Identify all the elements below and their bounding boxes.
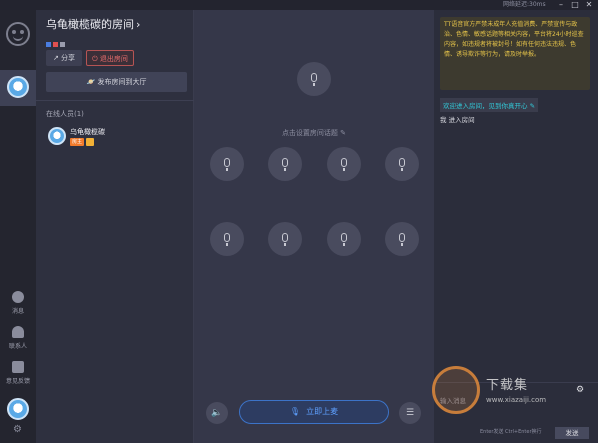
level-badge <box>86 138 94 146</box>
watermark-logo-icon <box>432 366 480 414</box>
mic-icon <box>399 233 405 246</box>
send-hint: Enter发送 Ctrl+Enter换行 <box>480 429 542 435</box>
message-icon <box>12 291 24 303</box>
my-avatar[interactable] <box>7 398 29 420</box>
menu-icon[interactable]: ☰ <box>399 402 421 424</box>
rail-label-feedback: 意见反馈 <box>5 378 30 385</box>
exit-room-button[interactable]: ⏻ 退出房间 <box>86 50 134 66</box>
app-window: 网络延迟:30ms – □ ✕ 消息 联系人 意见反馈 ⚙ 乌龟橄榄碳的房间 › … <box>0 0 598 443</box>
mic-icon <box>224 158 230 171</box>
room-id-badges <box>46 32 86 47</box>
mic-seat-6[interactable] <box>268 222 302 256</box>
mic-icon <box>311 73 317 86</box>
watermark-text: 下载集 <box>486 378 529 393</box>
owner-badge: 房主 <box>70 138 84 146</box>
mic-icon <box>341 158 347 171</box>
rail-item-feedback[interactable]: 意见反馈 <box>0 361 36 385</box>
send-button[interactable]: 发送 <box>555 427 589 439</box>
left-rail: 消息 联系人 意见反馈 ⚙ <box>0 10 36 443</box>
divider <box>36 100 194 101</box>
welcome-text: 欢迎进入房间，见到你真开心 <box>443 102 528 110</box>
official-notice: TT语音官方严禁未成年人充值消费、严禁宣传与政治、色情、敏感话题等相关内容，平台… <box>440 17 590 90</box>
speaker-icon[interactable]: 🔈 <box>206 402 228 424</box>
member-avatar <box>48 127 66 145</box>
room-title[interactable]: 乌龟橄榄碳的房间 › <box>46 16 140 32</box>
mic-icon <box>224 233 230 246</box>
room-avatar <box>7 76 29 98</box>
minimize-button[interactable]: – <box>555 0 567 10</box>
bottom-bar: 🔈 🎙 立即上麦 ☰ <box>194 398 434 428</box>
mic-icon <box>282 158 288 171</box>
mic-seat-3[interactable] <box>327 147 361 181</box>
mic-icon <box>399 158 405 171</box>
mic-icon <box>341 233 347 246</box>
go-mic-label: 立即上麦 <box>306 407 339 416</box>
online-members-label: 在线人员(1) <box>46 110 84 118</box>
edit-icon: ✎ <box>340 129 347 137</box>
chevron-right-icon: › <box>136 18 141 31</box>
rail-label-contacts: 联系人 <box>8 343 27 350</box>
mic-seat-7[interactable] <box>327 222 361 256</box>
mic-seat-5[interactable] <box>210 222 244 256</box>
mic-icon <box>282 233 288 246</box>
member-item[interactable]: 乌龟橄榄碳 房主 <box>46 125 186 153</box>
member-name: 乌龟橄榄碳 <box>70 128 105 136</box>
mic-seat-8[interactable] <box>385 222 419 256</box>
watermark-url: www.xiazaiji.com <box>486 396 547 404</box>
title-bar: 网络延迟:30ms – □ ✕ <box>0 0 598 10</box>
edit-icon[interactable]: ✎ <box>530 102 535 110</box>
stage-area: 点击设置房间话题 ✎ 🔈 🎙 立即上麦 ☰ <box>194 10 434 443</box>
rail-item-contacts[interactable]: 联系人 <box>0 326 36 350</box>
host-seat[interactable] <box>297 62 331 96</box>
rail-label-messages: 消息 <box>11 308 24 315</box>
mic-icon: 🎙 <box>289 407 301 416</box>
settings-gear-icon[interactable]: ⚙ <box>13 424 22 435</box>
mic-seat-1[interactable] <box>210 147 244 181</box>
publish-room-button[interactable]: 🪐 发布房间到大厅 <box>46 72 187 92</box>
share-label: 分享 <box>61 54 76 62</box>
planet-icon: 🪐 <box>86 78 98 86</box>
topic-text: 点击设置房间话题 <box>281 129 338 137</box>
mic-seat-2[interactable] <box>268 147 302 181</box>
room-panel: 乌龟橄榄碳的房间 › ↗ 分享 ⏻ 退出房间 🪐 发布房间到大厅 在线人员(1) … <box>36 10 194 443</box>
go-on-mic-button[interactable]: 🎙 立即上麦 <box>239 400 389 424</box>
app-logo-icon[interactable] <box>6 22 30 46</box>
entered-message: 我 进入房间 <box>440 116 475 124</box>
publish-label: 发布房间到大厅 <box>97 78 147 86</box>
mic-seat-4[interactable] <box>385 147 419 181</box>
rail-item-messages[interactable]: 消息 <box>0 291 36 315</box>
feedback-icon <box>12 361 24 373</box>
share-icon: ↗ <box>52 54 62 62</box>
power-icon: ⏻ <box>92 55 100 63</box>
room-topic[interactable]: 点击设置房间话题 ✎ <box>194 128 434 138</box>
exit-label: 退出房间 <box>99 55 128 63</box>
current-room-entry[interactable] <box>0 70 36 106</box>
site-watermark: 下载集 www.xiazaiji.com <box>432 366 598 426</box>
welcome-message: 欢迎进入房间，见到你真开心 ✎ <box>440 98 539 112</box>
share-button[interactable]: ↗ 分享 <box>46 50 82 66</box>
latency-status: 网络延迟:30ms <box>503 1 546 8</box>
close-button[interactable]: ✕ <box>583 0 595 10</box>
contact-icon <box>12 326 24 338</box>
maximize-button[interactable]: □ <box>569 0 581 10</box>
room-title-text: 乌龟橄榄碳的房间 <box>46 18 134 31</box>
